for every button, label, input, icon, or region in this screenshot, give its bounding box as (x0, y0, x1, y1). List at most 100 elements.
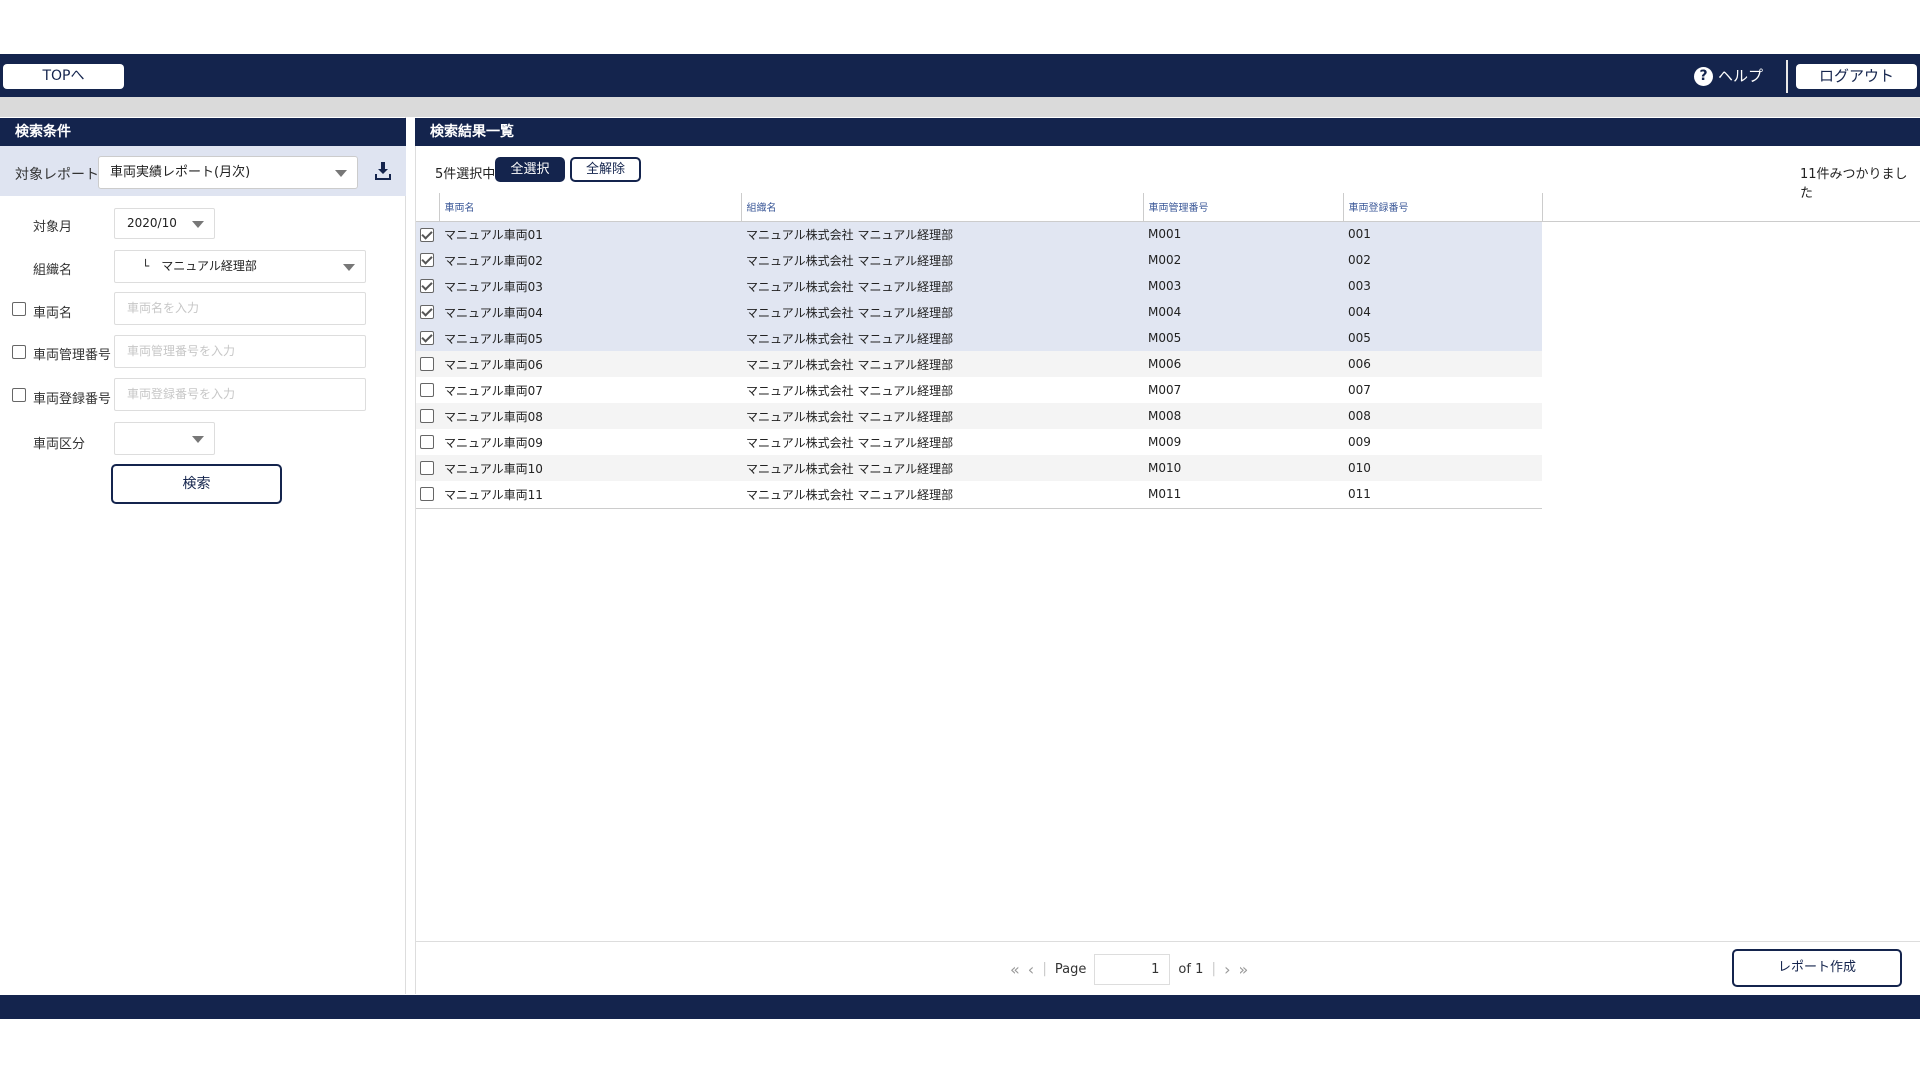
report-select[interactable]: 車両実績レポート(月次) (98, 156, 358, 189)
help-question-icon: ? (1694, 67, 1713, 86)
org-name-cell: マニュアル株式会社 マニュアル経理部 (741, 429, 1143, 455)
mgmt-no-cell: M005 (1143, 325, 1343, 351)
category-select[interactable] (114, 422, 215, 455)
vehicle-name-cell: マニュアル車両04 (439, 299, 741, 325)
reg-no-cell: 004 (1343, 299, 1542, 325)
page-of-label: of 1 (1178, 961, 1204, 977)
table-row[interactable]: マニュアル車両09 マニュアル株式会社 マニュアル経理部 M009 009 (416, 429, 1542, 455)
report-select-value: 車両実績レポート(月次) (110, 165, 251, 180)
category-label: 車両区分 (33, 437, 86, 452)
pager-divider (416, 941, 1920, 942)
report-label: 対象レポート (15, 167, 99, 183)
search-button[interactable]: 検索 (111, 464, 282, 504)
footer-bar (0, 995, 1920, 1019)
vehicle-name-cell: マニュアル車両06 (439, 351, 741, 377)
vehicle-name-cell: マニュアル車両11 (439, 481, 741, 507)
vehicle-name-label: 車両名 (33, 306, 73, 321)
select-all-button[interactable]: 全選択 (495, 157, 565, 182)
org-name-cell: マニュアル株式会社 マニュアル経理部 (741, 403, 1143, 429)
vehicle-name-input[interactable]: 車両名を入力 (114, 292, 366, 325)
table-row[interactable]: マニュアル車両10 マニュアル株式会社 マニュアル経理部 M010 010 (416, 455, 1542, 481)
reg-no-input[interactable]: 車両登録番号を入力 (114, 378, 366, 411)
row-checkbox[interactable] (420, 331, 434, 346)
reg-no-checkbox[interactable] (12, 388, 26, 402)
prev-page-icon[interactable]: ‹ (1028, 960, 1034, 979)
table-row[interactable]: マニュアル車両11 マニュアル株式会社 マニュアル経理部 M011 011 (416, 481, 1542, 507)
top-page-button[interactable]: TOPへ (3, 64, 124, 89)
table-header-row: 車両名 組織名 車両管理番号 車両登録番号 (416, 193, 1543, 222)
last-page-icon[interactable]: » (1238, 960, 1248, 979)
org-select[interactable]: └ マニュアル経理部 (114, 250, 366, 283)
row-checkbox[interactable] (420, 227, 434, 242)
row-checkbox[interactable] (420, 435, 434, 450)
row-checkbox-cell (416, 325, 439, 351)
table-row[interactable]: マニュアル車両01 マニュアル株式会社 マニュアル経理部 M001 001 (416, 221, 1542, 247)
vehicle-name-checkbox[interactable] (12, 302, 26, 316)
selection-count: 5件選択中 (435, 167, 496, 182)
found-count: 11件みつかりました (1800, 167, 1908, 201)
mgmt-no-checkbox[interactable] (12, 345, 26, 359)
month-select[interactable]: 2020/10 (114, 208, 215, 239)
mgmt-no-cell: M010 (1143, 455, 1343, 481)
reg-no-cell: 006 (1343, 351, 1542, 377)
report-create-button[interactable]: レポート作成 (1732, 949, 1902, 987)
table-row[interactable]: マニュアル車両06 マニュアル株式会社 マニュアル経理部 M006 006 (416, 351, 1542, 377)
page-number-input[interactable]: 1 (1094, 953, 1171, 985)
table-row[interactable]: マニュアル車両08 マニュアル株式会社 マニュアル経理部 M008 008 (416, 403, 1542, 429)
row-checkbox-cell (416, 403, 439, 429)
column-header-mgmt-no[interactable]: 車両管理番号 (1143, 193, 1344, 222)
org-select-value: └ マニュアル経理部 (142, 259, 257, 273)
clear-all-button[interactable]: 全解除 (570, 157, 641, 182)
mgmt-no-cell: M004 (1143, 299, 1343, 325)
table-bottom-line (416, 508, 1542, 509)
row-checkbox[interactable] (420, 409, 434, 424)
first-page-icon[interactable]: « (1010, 960, 1020, 979)
search-panel-title: 検索条件 (0, 118, 406, 146)
mgmt-no-cell: M006 (1143, 351, 1343, 377)
reg-no-cell: 011 (1343, 481, 1542, 507)
table-row[interactable]: マニュアル車両04 マニュアル株式会社 マニュアル経理部 M004 004 (416, 299, 1542, 325)
row-checkbox-cell (416, 455, 439, 481)
mgmt-no-placeholder: 車両管理番号を入力 (127, 344, 236, 358)
row-checkbox[interactable] (420, 487, 434, 502)
help-link[interactable]: ? ヘルプ (1694, 64, 1763, 89)
column-header-reg-no[interactable]: 車両登録番号 (1343, 193, 1543, 222)
mgmt-no-input[interactable]: 車両管理番号を入力 (114, 335, 366, 368)
reg-no-placeholder: 車両登録番号を入力 (127, 387, 236, 401)
row-checkbox[interactable] (420, 357, 434, 372)
row-checkbox[interactable] (420, 461, 434, 476)
logout-button[interactable]: ログアウト (1796, 64, 1917, 89)
row-checkbox[interactable] (420, 305, 434, 320)
row-checkbox[interactable] (420, 253, 434, 268)
mgmt-no-cell: M007 (1143, 377, 1343, 403)
top-header-bar (0, 54, 1920, 97)
pager-separator: | (1042, 961, 1047, 977)
row-checkbox-cell (416, 351, 439, 377)
vehicle-name-cell: マニュアル車両08 (439, 403, 741, 429)
results-table: 車両名 組織名 車両管理番号 車両登録番号 マニュアル車両01 マニュアル株式会社… (416, 193, 1543, 507)
chevron-down-icon (335, 170, 347, 177)
results-body: マニュアル車両01 マニュアル株式会社 マニュアル経理部 M001 001 マニュアル車… (416, 221, 1542, 507)
row-checkbox[interactable] (420, 383, 434, 398)
table-row[interactable]: マニュアル車両03 マニュアル株式会社 マニュアル経理部 M003 003 (416, 273, 1542, 299)
column-header-org-name[interactable]: 組織名 (741, 193, 1144, 222)
row-checkbox[interactable] (420, 279, 434, 294)
chevron-down-icon (343, 264, 355, 271)
column-header-vehicle-name[interactable]: 車両名 (439, 193, 742, 222)
row-checkbox-cell (416, 429, 439, 455)
org-name-cell: マニュアル株式会社 マニュアル経理部 (741, 325, 1143, 351)
next-page-icon[interactable]: › (1224, 960, 1230, 979)
org-name-cell: マニュアル株式会社 マニュアル経理部 (741, 273, 1143, 299)
checkbox-column-header (416, 193, 440, 222)
row-checkbox-cell (416, 273, 439, 299)
table-row[interactable]: マニュアル車両05 マニュアル株式会社 マニュアル経理部 M005 005 (416, 325, 1542, 351)
vehicle-name-cell: マニュアル車両01 (439, 221, 741, 247)
download-icon[interactable] (375, 162, 391, 180)
pagination: « ‹ | Page 1 of 1 | › » (1010, 953, 1248, 985)
table-row[interactable]: マニュアル車両07 マニュアル株式会社 マニュアル経理部 M007 007 (416, 377, 1542, 403)
org-name-cell: マニュアル株式会社 マニュアル経理部 (741, 377, 1143, 403)
vehicle-name-cell: マニュアル車両07 (439, 377, 741, 403)
row-checkbox-cell (416, 377, 439, 403)
table-row[interactable]: マニュアル車両02 マニュアル株式会社 マニュアル経理部 M002 002 (416, 247, 1542, 273)
reg-no-label: 車両登録番号 (33, 392, 112, 407)
